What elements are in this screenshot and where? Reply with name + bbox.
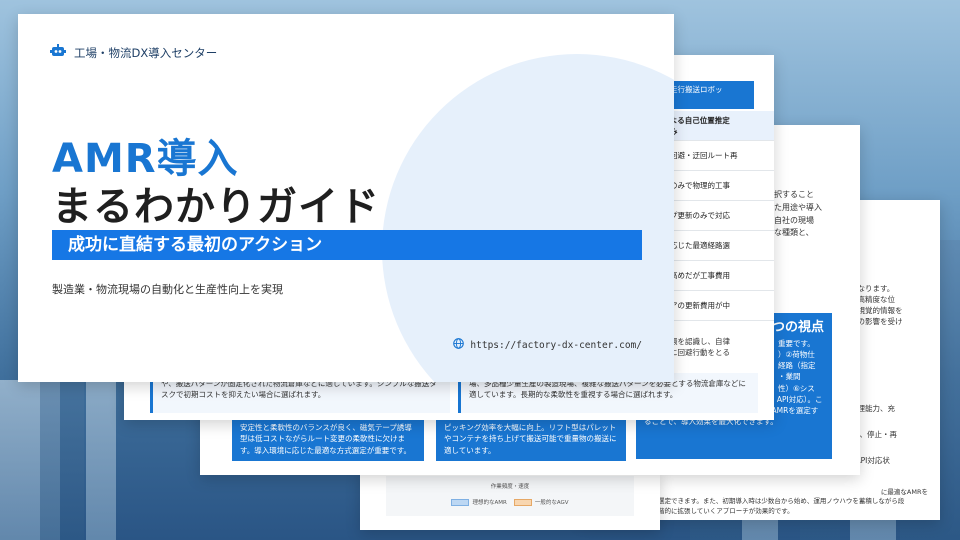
box-line: ・業間 <box>778 372 801 382</box>
url-text: https://factory-dx-center.com/ <box>470 339 642 351</box>
box-line: 性）⑥シス <box>778 383 815 393</box>
right-line: は高精度な位 <box>850 294 895 304</box>
cell: 回避・迂回ルート再 <box>670 151 738 160</box>
brand-name: 工場・物流DX導入センター <box>74 45 218 60</box>
four-views-title: つの視点 <box>772 320 825 335</box>
cell: のみで物理的工事 <box>670 181 730 190</box>
text-line: 主な種類と、 <box>766 228 814 238</box>
subtitle: 製造業・物流現場の自動化と生産性向上を実現 <box>52 283 283 296</box>
right-line: る視覚的情報を <box>850 305 903 315</box>
cell: アの更新費用が中 <box>670 301 730 310</box>
right-footer: 選定できます。また、初期導入時は少数台から始め、運用ノウハウを蓄積しながら段 <box>658 497 905 506</box>
table-row: プ更新のみで対応 <box>664 201 774 231</box>
box-line: ）②荷物仕 <box>778 349 815 359</box>
action-banner: 成功に直結する最初のアクション <box>52 230 642 260</box>
table-row: のみで物理的工事 <box>664 171 774 201</box>
cover-slide: 工場・物流DX導入センター AMR導入 まるわかりガイド 成功に直結する最初のア… <box>18 14 674 382</box>
text-line: に回避行動をとる <box>670 347 730 357</box>
globe-icon <box>453 338 465 352</box>
right-footer: 階的に拡張していくアプローチが効果的です。 <box>658 506 794 515</box>
chart-legend: 作業頻度・速度 理想的なAMR 一般的なAGV <box>386 476 634 516</box>
legend-title: 作業頻度・速度 <box>490 484 530 490</box>
title-line-2: まるわかりガイド <box>52 184 380 230</box>
table-row: 回避・迂回ルート再 <box>664 141 774 171</box>
cell: プ更新のみで対応 <box>670 211 730 220</box>
method-box-mid: ピッキング効率を大幅に向上。リフト型はパレットやコンテナを持ち上げて搬送可能で重… <box>436 415 626 461</box>
box-line: 重要です。 <box>778 338 815 348</box>
table-header: 走行搬送ロボッ <box>664 81 754 109</box>
cell: 高めだが工事費用 <box>670 271 730 280</box>
table-row: 高めだが工事費用 <box>664 261 774 291</box>
text-line: した用途や導入 <box>766 202 822 212</box>
box-text: 安定性と柔軟性のバランスが良く、磁気テープ誘導型は低コストながらルート変更の柔軟… <box>240 423 412 455</box>
website-url[interactable]: https://factory-dx-center.com/ <box>453 338 642 352</box>
text-line: 、自社の現場 <box>766 215 814 225</box>
legend-item: 一般的なAGV <box>534 500 569 506</box>
table-row: アの更新費用が中 <box>664 291 774 321</box>
cell: よる自己位置推定 み <box>670 116 730 136</box>
box-text: ピッキング効率を大幅に向上。リフト型はパレットやコンテナを持ち上げて搬送可能で重… <box>444 423 617 455</box>
right-line: 路の影響を受け <box>850 316 903 326</box>
brand: 工場・物流DX導入センター <box>50 44 217 61</box>
legend-swatch-orange <box>513 499 532 506</box>
text-line: 選択すること <box>766 190 814 199</box>
table-row: 応じた最適経路選 <box>664 231 774 261</box>
decorative-circle <box>382 54 674 382</box>
table-row: よる自己位置推定 み <box>664 111 774 141</box>
cell: 応じた最適経路選 <box>670 241 730 250</box>
legend-item: 理想的なAMR <box>472 500 507 506</box>
table-header-text: 走行搬送ロボッ <box>670 85 723 94</box>
right-line: 重なります。 <box>850 284 895 293</box>
box-line: 経路（指定 <box>778 361 816 370</box>
robot-icon <box>50 44 66 61</box>
legend-swatch-blue <box>451 499 470 506</box>
slide-bottom: 作業頻度・速度 理想的なAMR 一般的なAGV <box>360 470 660 530</box>
method-box-left: 安定性と柔軟性のバランスが良く、磁気テープ誘導型は低コストながらルート変更の柔軟… <box>232 415 424 461</box>
right-footer: に最適なAMRを <box>880 488 928 496</box>
text-line: 環を認識し、自律 <box>670 337 730 346</box>
